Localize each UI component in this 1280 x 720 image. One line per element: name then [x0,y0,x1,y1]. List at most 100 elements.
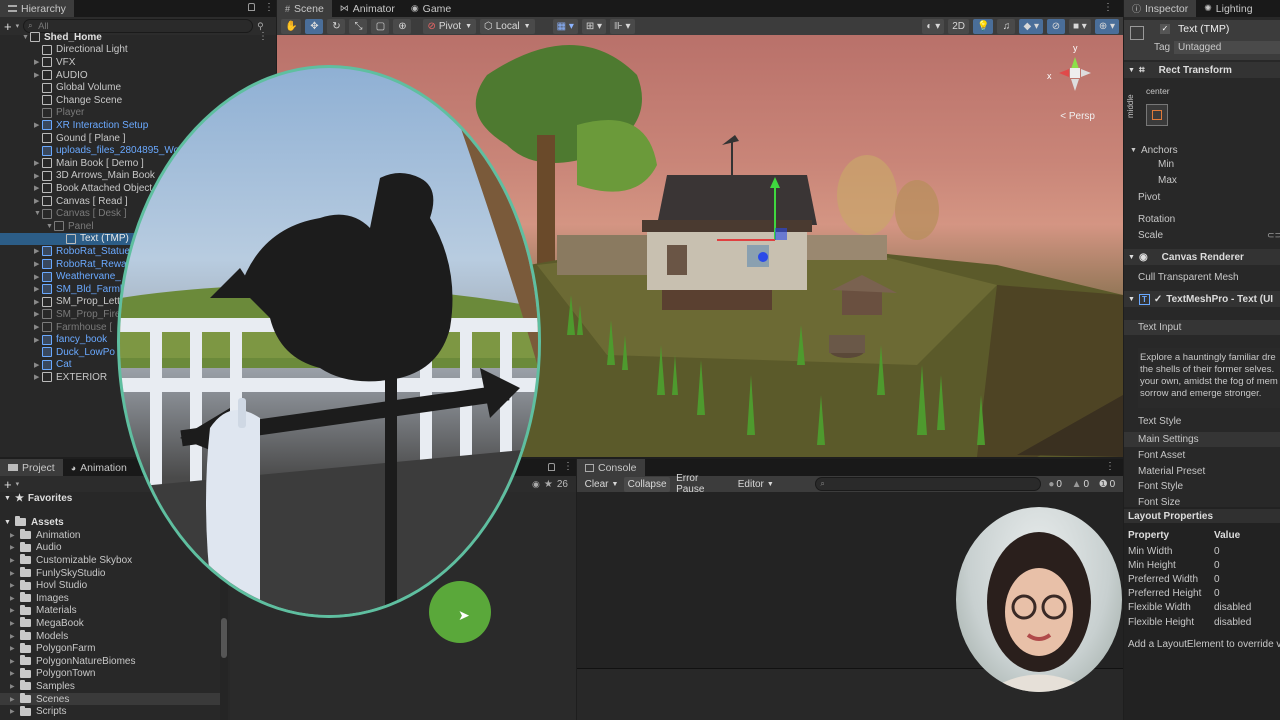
error-pause-button[interactable]: Error Pause [672,473,732,495]
eye-icon[interactable]: ◉ [532,479,540,490]
dropdown-arrow-icon[interactable]: ▾ [16,480,20,488]
lock-icon[interactable] [248,3,255,11]
object-name-field[interactable]: Text (TMP) [1178,23,1229,35]
active-checkbox[interactable]: ✓ [1160,24,1170,34]
pivot-dropdown[interactable]: ⊘ Pivot ▼ [423,18,477,34]
foldout-collapsed-icon[interactable]: ▶ [34,247,42,255]
hierarchy-item[interactable]: ▶ AUDIO [0,69,276,82]
foldout-collapsed-icon[interactable]: ▶ [34,336,42,344]
grid-toggle-button[interactable]: ⊞ ▾ [581,18,607,34]
foldout-collapsed-icon[interactable]: ▶ [34,361,42,369]
local-dropdown[interactable]: ⬡ Local ▼ [480,18,535,34]
foldout-collapsed-icon[interactable]: ▶ [10,633,20,640]
main-settings-header[interactable]: Main Settings [1124,432,1280,447]
rect-transform-header[interactable]: ▼ ⌗ Rect Transform [1124,62,1280,78]
mode-2d-button[interactable]: 2D [948,18,970,34]
camera-settings-button[interactable]: ■ ▾ [1068,18,1091,34]
foldout-collapsed-icon[interactable]: ▶ [34,71,42,79]
hierarchy-item[interactable]: Global Volume [0,81,276,94]
asset-folder-item[interactable]: ▶ Models [0,630,220,643]
foldout-collapsed-icon[interactable]: ▶ [10,620,20,627]
asset-folder-item[interactable]: ▶ Materials [0,604,220,618]
foldout-collapsed-icon[interactable]: ▶ [10,595,20,602]
foldout-collapsed-icon[interactable]: ▶ [34,260,42,268]
asset-folder-item[interactable]: ▶ Hovl Studio [0,579,220,592]
asset-folder-item[interactable]: ▶ PolygonNatureBiomes [0,655,220,668]
foldout-collapsed-icon[interactable]: ▶ [34,310,42,318]
textmeshpro-header[interactable]: ▼ T ✓ TextMeshPro - Text (UI [1124,291,1280,307]
projection-label[interactable]: < Persp [1060,111,1095,122]
foldout-expanded-icon[interactable]: ▼ [34,210,42,217]
component-enabled-checkbox[interactable]: ✓ [1154,294,1162,305]
asset-folder-item[interactable]: ▶ PolygonFarm [0,642,220,655]
tag-dropdown[interactable]: Untagged [1174,41,1280,54]
asset-folder-item[interactable]: ▶ Samples [0,680,220,693]
kebab-menu-icon[interactable]: ⋮ [264,2,274,13]
scrollbar-thumb[interactable] [221,618,227,658]
rect-tool-button[interactable]: ▢ [371,18,390,34]
lock-icon[interactable] [548,463,555,471]
foldout-collapsed-icon[interactable]: ▶ [10,708,20,715]
hand-tool-button[interactable]: ✋ [281,18,302,34]
clear-dropdown[interactable]: Clear ▼ [581,477,622,492]
layout-properties-header[interactable]: Layout Properties [1124,509,1280,523]
font-size-row[interactable]: Font Size [1124,497,1280,507]
console-search-input[interactable]: ⌕ [815,477,1041,491]
material-preset-row[interactable]: Material Preset [1124,465,1280,477]
scene-menu-icon[interactable]: ⋮ [258,31,268,42]
tab-animator[interactable]: ⋈ Animator [332,0,403,17]
font-style-row[interactable]: Font Style [1124,480,1280,492]
foldout-collapsed-icon[interactable]: ▶ [34,197,42,205]
dropdown-arrow-icon[interactable]: ▾ [16,22,20,30]
font-asset-row[interactable]: Font Asset [1124,449,1280,461]
text-style-row[interactable]: Text Style [1124,415,1280,427]
gizmos-button[interactable]: ⊕ ▾ [1094,18,1119,34]
foldout-collapsed-icon[interactable]: ▶ [34,273,42,281]
foldout-collapsed-icon[interactable]: ▶ [10,557,20,564]
hidden-objects-button[interactable]: ⊘ [1046,18,1065,34]
foldout-collapsed-icon[interactable]: ▶ [10,544,20,551]
foldout-collapsed-icon[interactable]: ▶ [34,285,42,293]
text-input-header[interactable]: Text Input [1124,320,1280,335]
warning-count-button[interactable]: ▲ 0 [1068,477,1093,492]
transform-tool-button[interactable]: ⊕ [393,18,412,34]
editor-dropdown[interactable]: Editor ▼ [734,477,777,492]
asset-folder-item[interactable]: ▶ Scenes [0,692,220,706]
hierarchy-item[interactable]: ▶ VFX [0,56,276,69]
filter-icon[interactable]: ⚲ [257,21,264,32]
collapse-button[interactable]: Collapse [624,476,671,492]
grid-snap-button[interactable]: ▦ ▾ [552,18,578,34]
text-input-area[interactable]: Explore a hauntingly familiar dre the sh… [1138,348,1280,408]
effects-toggle-button[interactable]: ◆ ▾ [1019,18,1043,34]
foldout-collapsed-icon[interactable]: ▶ [10,607,20,614]
anchor-preset-button[interactable] [1146,104,1168,126]
hierarchy-item[interactable]: Directional Light [0,44,276,57]
rotate-tool-button[interactable]: ↻ [327,18,346,34]
foldout-collapsed-icon[interactable]: ▶ [10,658,20,665]
foldout-collapsed-icon[interactable]: ▶ [10,532,20,539]
tab-hierarchy[interactable]: Hierarchy [0,0,74,17]
canvas-renderer-header[interactable]: ▼ ◉ Canvas Renderer [1124,249,1280,265]
kebab-menu-icon[interactable]: ⋮ [1103,2,1113,13]
error-count-button[interactable]: ❶0 [1095,477,1119,492]
kebab-menu-icon[interactable]: ⋮ [563,461,573,472]
foldout-collapsed-icon[interactable]: ▶ [10,670,20,677]
audio-toggle-button[interactable]: ♫ [997,18,1016,34]
foldout-collapsed-icon[interactable]: ▶ [34,172,42,180]
foldout-collapsed-icon[interactable]: ▶ [34,121,42,129]
link-icon[interactable]: ⊂⊃ [1267,230,1280,241]
foldout-collapsed-icon[interactable]: ▶ [34,298,42,306]
lighting-toggle-button[interactable]: 💡 [973,18,994,34]
asset-folder-item[interactable]: ▶ Customizable Skybox [0,554,220,567]
foldout-collapsed-icon[interactable]: ▶ [34,184,42,192]
asset-folder-item[interactable]: ▶ FunlySkyStudio [0,567,220,580]
tab-game[interactable]: ◉ Game [403,0,459,17]
hierarchy-item[interactable]: ▼ Shed_Home [0,31,276,44]
asset-folder-item[interactable]: ▶ PolygonTown [0,667,220,681]
asset-folder-item[interactable]: ▶ Images [0,592,220,605]
foldout-collapsed-icon[interactable]: ▶ [10,683,20,690]
asset-folder-item[interactable]: ▶ MegaBook [0,617,220,630]
tab-project[interactable]: Project [0,459,63,476]
tab-scene[interactable]: # Scene [277,0,332,17]
tab-inspector[interactable]: ⓘ Inspector [1124,0,1197,17]
